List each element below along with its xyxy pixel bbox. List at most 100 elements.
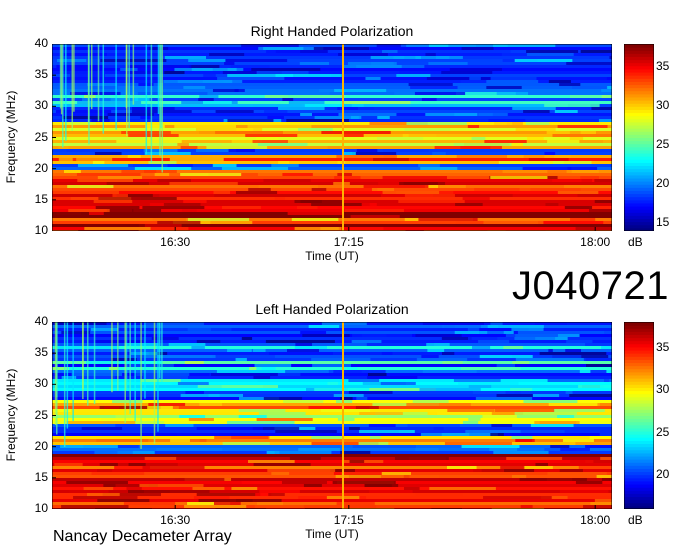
- heatmap-cell: [247, 125, 312, 128]
- heatmap-cell: [461, 47, 494, 50]
- heatmap-cell: [126, 487, 142, 490]
- heatmap-cell: [563, 185, 612, 188]
- colorbar-tick-label: 30: [656, 98, 670, 113]
- heatmap-cell: [350, 116, 362, 119]
- heatmap-row: [52, 179, 612, 182]
- colorbar-step: [624, 465, 654, 469]
- heatmap-cell: [557, 415, 575, 418]
- heatmap-row: [52, 481, 612, 484]
- heatmap-cell: [359, 412, 403, 415]
- colorbar-step: [624, 53, 654, 57]
- heatmap-cell: [81, 427, 123, 430]
- heatmap-cell: [349, 460, 365, 463]
- heatmap-cell: [442, 361, 463, 364]
- colorbar-step: [624, 212, 654, 216]
- heatmap-cell: [333, 182, 350, 185]
- heatmap-streak: [88, 44, 90, 145]
- heatmap-cell: [311, 203, 370, 206]
- heatmap-cell: [515, 358, 584, 361]
- heatmap-cell: [84, 227, 152, 230]
- heatmap-cell: [97, 176, 143, 179]
- heatmap-cell: [111, 215, 130, 218]
- heatmap-cell: [540, 397, 570, 400]
- colorbar-step: [624, 81, 654, 86]
- heatmap-cell: [356, 397, 368, 400]
- colorbar-step: [624, 121, 654, 126]
- heatmap-cell: [432, 152, 446, 155]
- colorbar-unit-label: dB: [628, 513, 643, 527]
- heatmap-cell: [294, 227, 339, 230]
- heatmap-cell: [429, 487, 496, 490]
- heatmap-cell: [486, 80, 539, 83]
- heatmap-cell: [94, 451, 133, 454]
- heatmap-streak: [63, 322, 66, 447]
- heatmap-cell: [257, 143, 308, 146]
- heatmap-cell: [456, 155, 508, 158]
- heatmap-cell: [585, 445, 612, 448]
- heatmap-cell: [578, 433, 602, 436]
- heatmap-cell: [199, 403, 223, 406]
- heatmap-cell: [427, 454, 485, 457]
- heatmap-cell: [594, 179, 612, 182]
- heatmap-cell: [213, 191, 231, 194]
- heatmap-cell: [545, 203, 559, 206]
- heatmap-cell: [186, 218, 250, 221]
- heatmap-cell: [547, 472, 607, 475]
- heatmap-cell: [236, 128, 254, 131]
- heatmap-cell: [435, 56, 463, 59]
- heatmap-cell: [490, 77, 537, 80]
- heatmap-cell: [88, 212, 104, 215]
- heatmap-cell: [471, 137, 486, 140]
- heatmap-cell: [95, 206, 140, 209]
- colorbar-step: [624, 178, 654, 182]
- heatmap-cell: [591, 107, 612, 110]
- heatmap-cell: [578, 466, 612, 469]
- heatmap-cell: [266, 50, 301, 53]
- colorbar-step: [624, 480, 654, 485]
- heatmap-cell: [444, 442, 512, 445]
- heatmap-cell: [137, 92, 208, 95]
- colorbar-step: [624, 340, 654, 345]
- heatmap-cell: [53, 191, 119, 194]
- heatmap-cell: [562, 439, 594, 442]
- heatmap-cell: [97, 499, 150, 502]
- heatmap-cell: [566, 170, 612, 173]
- heatmap-cell: [361, 203, 377, 206]
- heatmap-cell: [298, 128, 333, 131]
- heatmap-cell: [256, 71, 309, 74]
- y-tick-label: 30: [34, 376, 48, 391]
- heatmap-cell: [489, 448, 518, 451]
- heatmap-cell: [77, 164, 129, 167]
- heatmap-cell: [144, 457, 177, 460]
- heatmap-cell: [191, 346, 205, 349]
- heatmap-cell: [245, 134, 298, 137]
- heatmap-cell: [215, 131, 283, 134]
- heatmap-cell: [224, 62, 235, 65]
- heatmap-cell: [73, 496, 138, 499]
- heatmap-cell: [128, 134, 179, 137]
- heatmap-cell: [552, 134, 612, 137]
- colorbar-step: [624, 125, 654, 129]
- heatmap-cell: [514, 412, 577, 415]
- heatmap-cell: [65, 224, 78, 227]
- heatmap-cell: [446, 466, 477, 469]
- heatmap-cell: [496, 394, 533, 397]
- heatmap-cell: [183, 86, 206, 89]
- heatmap-streak: [66, 322, 69, 429]
- heatmap-cell: [534, 421, 580, 424]
- heatmap-cell: [185, 391, 204, 394]
- heatmap-cell: [152, 218, 188, 221]
- colorbar-step: [624, 146, 654, 151]
- heatmap-cell: [449, 68, 502, 71]
- heatmap-cell: [265, 340, 335, 343]
- colorbar-step: [624, 493, 654, 498]
- colorbar-step: [624, 50, 654, 54]
- heatmap-cell: [488, 119, 526, 122]
- colorbar-step: [624, 449, 654, 454]
- heatmap-cell: [348, 227, 384, 230]
- heatmap-cell: [572, 86, 607, 89]
- y-tick-label: 25: [34, 407, 48, 422]
- y-tick-label: 20: [34, 160, 48, 175]
- heatmap-cell: [348, 379, 380, 382]
- heatmap-cell: [418, 101, 442, 104]
